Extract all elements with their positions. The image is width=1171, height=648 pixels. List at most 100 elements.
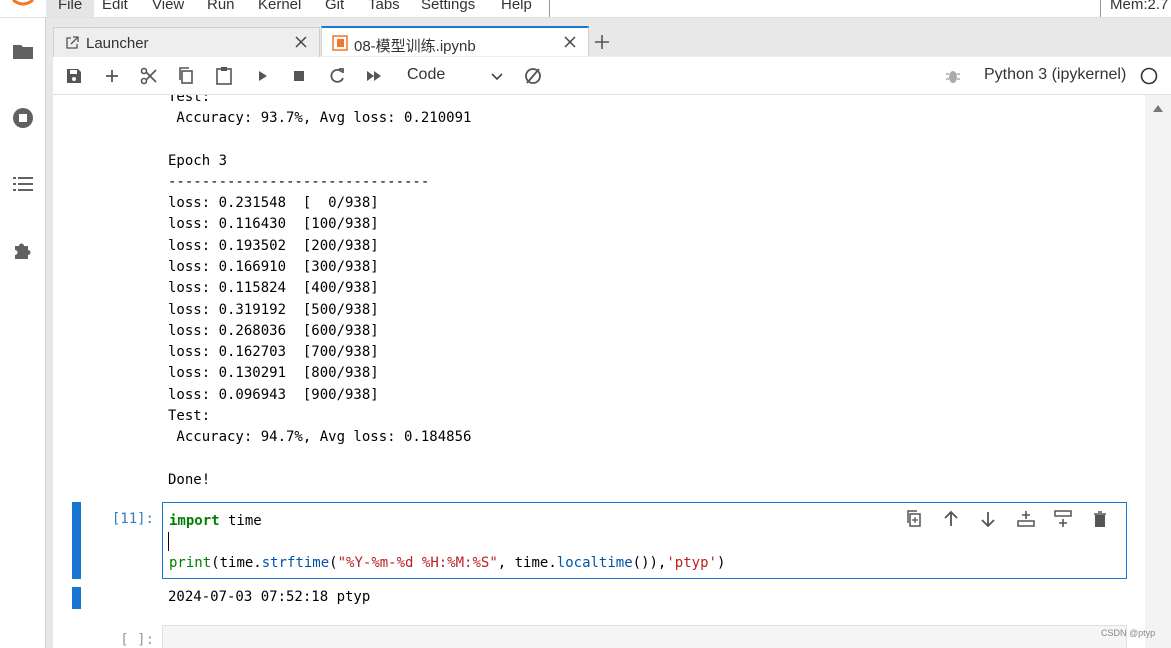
menu-git[interactable]: Git [325,0,344,13]
close-icon[interactable] [562,34,578,50]
git-diff-button[interactable] [522,65,544,87]
tab-label: 08-模型训练.ipynb [354,38,476,55]
save-button[interactable] [63,65,85,87]
output-line: Test: [168,408,211,424]
code-token: ()), [632,555,667,571]
output-line: Accuracy: 93.7%, Avg loss: 0.210091 [168,110,472,126]
cut-button[interactable] [138,65,160,87]
move-up-icon[interactable] [940,508,962,530]
code-token: , time. [497,555,557,571]
cell-type-select[interactable]: Code [403,64,505,88]
cell-type-value: Code [407,66,446,83]
scroll-up-arrow-icon[interactable] [1152,103,1164,113]
cell-collapser[interactable] [72,502,81,579]
output-line: loss: 0.096943 [900/938] [168,387,379,403]
output-line: loss: 0.166910 [300/938] [168,259,379,275]
fast-forward-icon [367,71,381,81]
table-of-contents-icon[interactable] [11,172,35,196]
menu-divider [1100,0,1101,17]
restart-run-all-button[interactable] [363,65,385,87]
git-diff-icon [525,68,541,84]
tab-launcher[interactable]: Launcher [53,27,320,57]
output-line: loss: 0.115824 [400/938] [168,280,379,296]
refresh-icon [330,68,344,83]
output-line: loss: 0.231548 [ 0/938] [168,195,379,211]
output-line: loss: 0.130291 [800/938] [168,365,379,381]
kernel-idle-circle-icon [1140,67,1158,85]
chevron-down-icon [491,73,503,81]
left-sidebar [0,18,46,648]
run-button[interactable] [251,65,273,87]
output-line: loss: 0.162703 [700/938] [168,344,379,360]
kernel-name[interactable]: Python 3 (ipykernel) [984,66,1126,84]
output-line: Epoch 3 [168,153,228,169]
output-line: Test: [168,95,211,105]
menu-file[interactable]: File [46,0,95,17]
input-prompt: [ ]: [120,632,154,648]
menu-bar: File Edit View Run Kernel Git Tabs Setti… [0,0,1171,18]
memory-indicator: Mem:2.7 [1110,0,1169,13]
menu-help[interactable]: Help [501,0,532,13]
empty-code-cell-editor[interactable] [162,625,1127,648]
stop-icon [294,71,304,81]
menu-tabs[interactable]: Tabs [368,0,400,13]
duplicate-cell-icon[interactable] [903,508,925,530]
code-line: print(time.strftime("%Y-%m-%d %H:%M:%S",… [169,553,725,574]
menu-divider [549,0,550,17]
tab-bar: Launcher 08-模型训练.ipynb [53,18,1171,57]
folder-icon[interactable] [11,40,35,64]
code-cell-editor[interactable]: import time print(time.strftime("%Y-%m-%… [162,502,1127,579]
paste-button[interactable] [213,65,235,87]
delete-cell-icon[interactable] [1089,508,1111,530]
output-line: Done! [168,472,211,488]
notebook-icon [332,35,348,51]
tab-label: Launcher [86,35,149,52]
close-icon[interactable] [293,34,309,50]
menu-kernel[interactable]: Kernel [258,0,301,13]
output-line: loss: 0.319192 [500/938] [168,302,379,318]
save-icon [67,69,81,83]
code-token: strftime [261,555,330,571]
menu-run[interactable]: Run [207,0,235,13]
debugger-button[interactable] [942,65,964,87]
notebook-panel: Test: Accuracy: 93.7%, Avg loss: 0.21009… [53,95,1145,648]
insert-above-icon[interactable] [1015,508,1037,530]
add-tab-icon[interactable] [591,31,613,53]
output-line: loss: 0.116430 [100/938] [168,216,379,232]
code-token: (time. [211,555,262,571]
sidebar-gutter [46,18,53,648]
cell-output-text: 2024-07-03 07:52:18 ptyp [168,589,371,605]
code-token: time [219,513,262,529]
menu-settings[interactable]: Settings [421,0,475,13]
text-cursor [168,532,169,551]
copy-button[interactable] [175,65,197,87]
output-line: ------------------------------- [168,174,430,190]
insert-below-icon[interactable] [1052,508,1074,530]
menu-view[interactable]: View [152,0,184,13]
move-down-icon[interactable] [977,508,999,530]
tab-notebook[interactable]: 08-模型训练.ipynb [321,26,589,56]
output-collapser[interactable] [72,587,81,609]
running-stop-icon[interactable] [11,106,35,130]
jupyter-logo-icon [12,0,34,6]
insert-cell-button[interactable] [101,65,123,87]
cut-icon [140,67,157,85]
watermark: CSDN @ptyp [1101,628,1156,638]
play-icon [259,71,267,81]
restart-button[interactable] [326,65,348,87]
menu-edit[interactable]: Edit [102,0,128,13]
bug-icon [946,71,960,83]
input-prompt: [11]: [111,511,154,527]
output-line: loss: 0.193502 [200/938] [168,238,379,254]
copy-icon [179,67,193,84]
interrupt-button[interactable] [288,65,310,87]
code-token: "%Y-%m-%d %H:%M:%S" [337,555,498,571]
output-line: Accuracy: 94.7%, Avg loss: 0.184856 [168,429,472,445]
code-token: 'ptyp' [666,555,717,571]
notebook-toolbar: Code Python 3 (ipykernel) [53,57,1171,95]
code-token: import [169,513,220,529]
code-token: print [169,555,212,571]
extension-puzzle-icon[interactable] [11,238,35,262]
code-line: import time [169,511,262,532]
vertical-scrollbar[interactable] [1145,95,1171,648]
